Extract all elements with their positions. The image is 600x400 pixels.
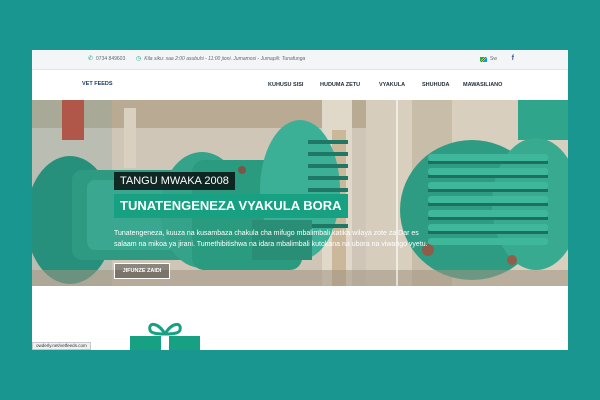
phone-number: 0734 849603 <box>96 56 126 62</box>
hero-description: Tunatengeneza, kuuza na kusambaza chakul… <box>114 230 428 248</box>
tanzania-flag-icon <box>480 56 487 62</box>
clock-icon: ◷ <box>136 56 142 62</box>
facebook-icon[interactable]: f <box>512 55 514 62</box>
browser-status-bar: owderly.net/vetfeeds.com <box>32 342 91 350</box>
main-navbar: VET FEEDS KUHUSU SISI HUDUMA ZETU VYAKUL… <box>32 70 568 100</box>
browser-viewport: ✆ 0734 849603 ◷ Kila siku: saa 2:00 asub… <box>32 50 568 350</box>
hero-tagline: TANGU MWAKA 2008 <box>114 172 235 190</box>
language-label: Sw <box>490 56 497 62</box>
learn-more-button[interactable]: JIFUNZE ZAIDI <box>114 263 170 279</box>
content-section <box>32 286 568 350</box>
nav-item-huduma-zetu[interactable]: HUDUMA ZETU <box>320 82 360 88</box>
gift-icon <box>130 323 200 350</box>
hero-headline: TUNATENGENEZA VYAKULA BORA <box>114 194 348 218</box>
nav-item-mawasiliano[interactable]: MAWASILIANO <box>463 82 502 88</box>
site-logo[interactable]: VET FEEDS <box>82 81 113 87</box>
phone-icon: ✆ <box>88 56 94 62</box>
hero-slider: TANGU MWAKA 2008 TUNATENGENEZA VYAKULA B… <box>32 100 568 286</box>
nav-item-vyakula[interactable]: VYAKULA <box>379 82 405 88</box>
opening-hours-text: Kila siku: saa 2:00 asubuhi - 11:00 jion… <box>144 56 306 62</box>
language-switcher[interactable]: Sw <box>480 56 497 62</box>
opening-hours: ◷ Kila siku: saa 2:00 asubuhi - 11:00 ji… <box>136 56 305 62</box>
nav-item-kuhusu-sisi[interactable]: KUHUSU SISI <box>268 82 303 88</box>
hero-background-image <box>32 100 568 286</box>
nav-item-shuhuda[interactable]: SHUHUDA <box>422 82 450 88</box>
phone-info[interactable]: ✆ 0734 849603 <box>88 56 125 62</box>
top-info-bar: ✆ 0734 849603 ◷ Kila siku: saa 2:00 asub… <box>32 50 568 70</box>
